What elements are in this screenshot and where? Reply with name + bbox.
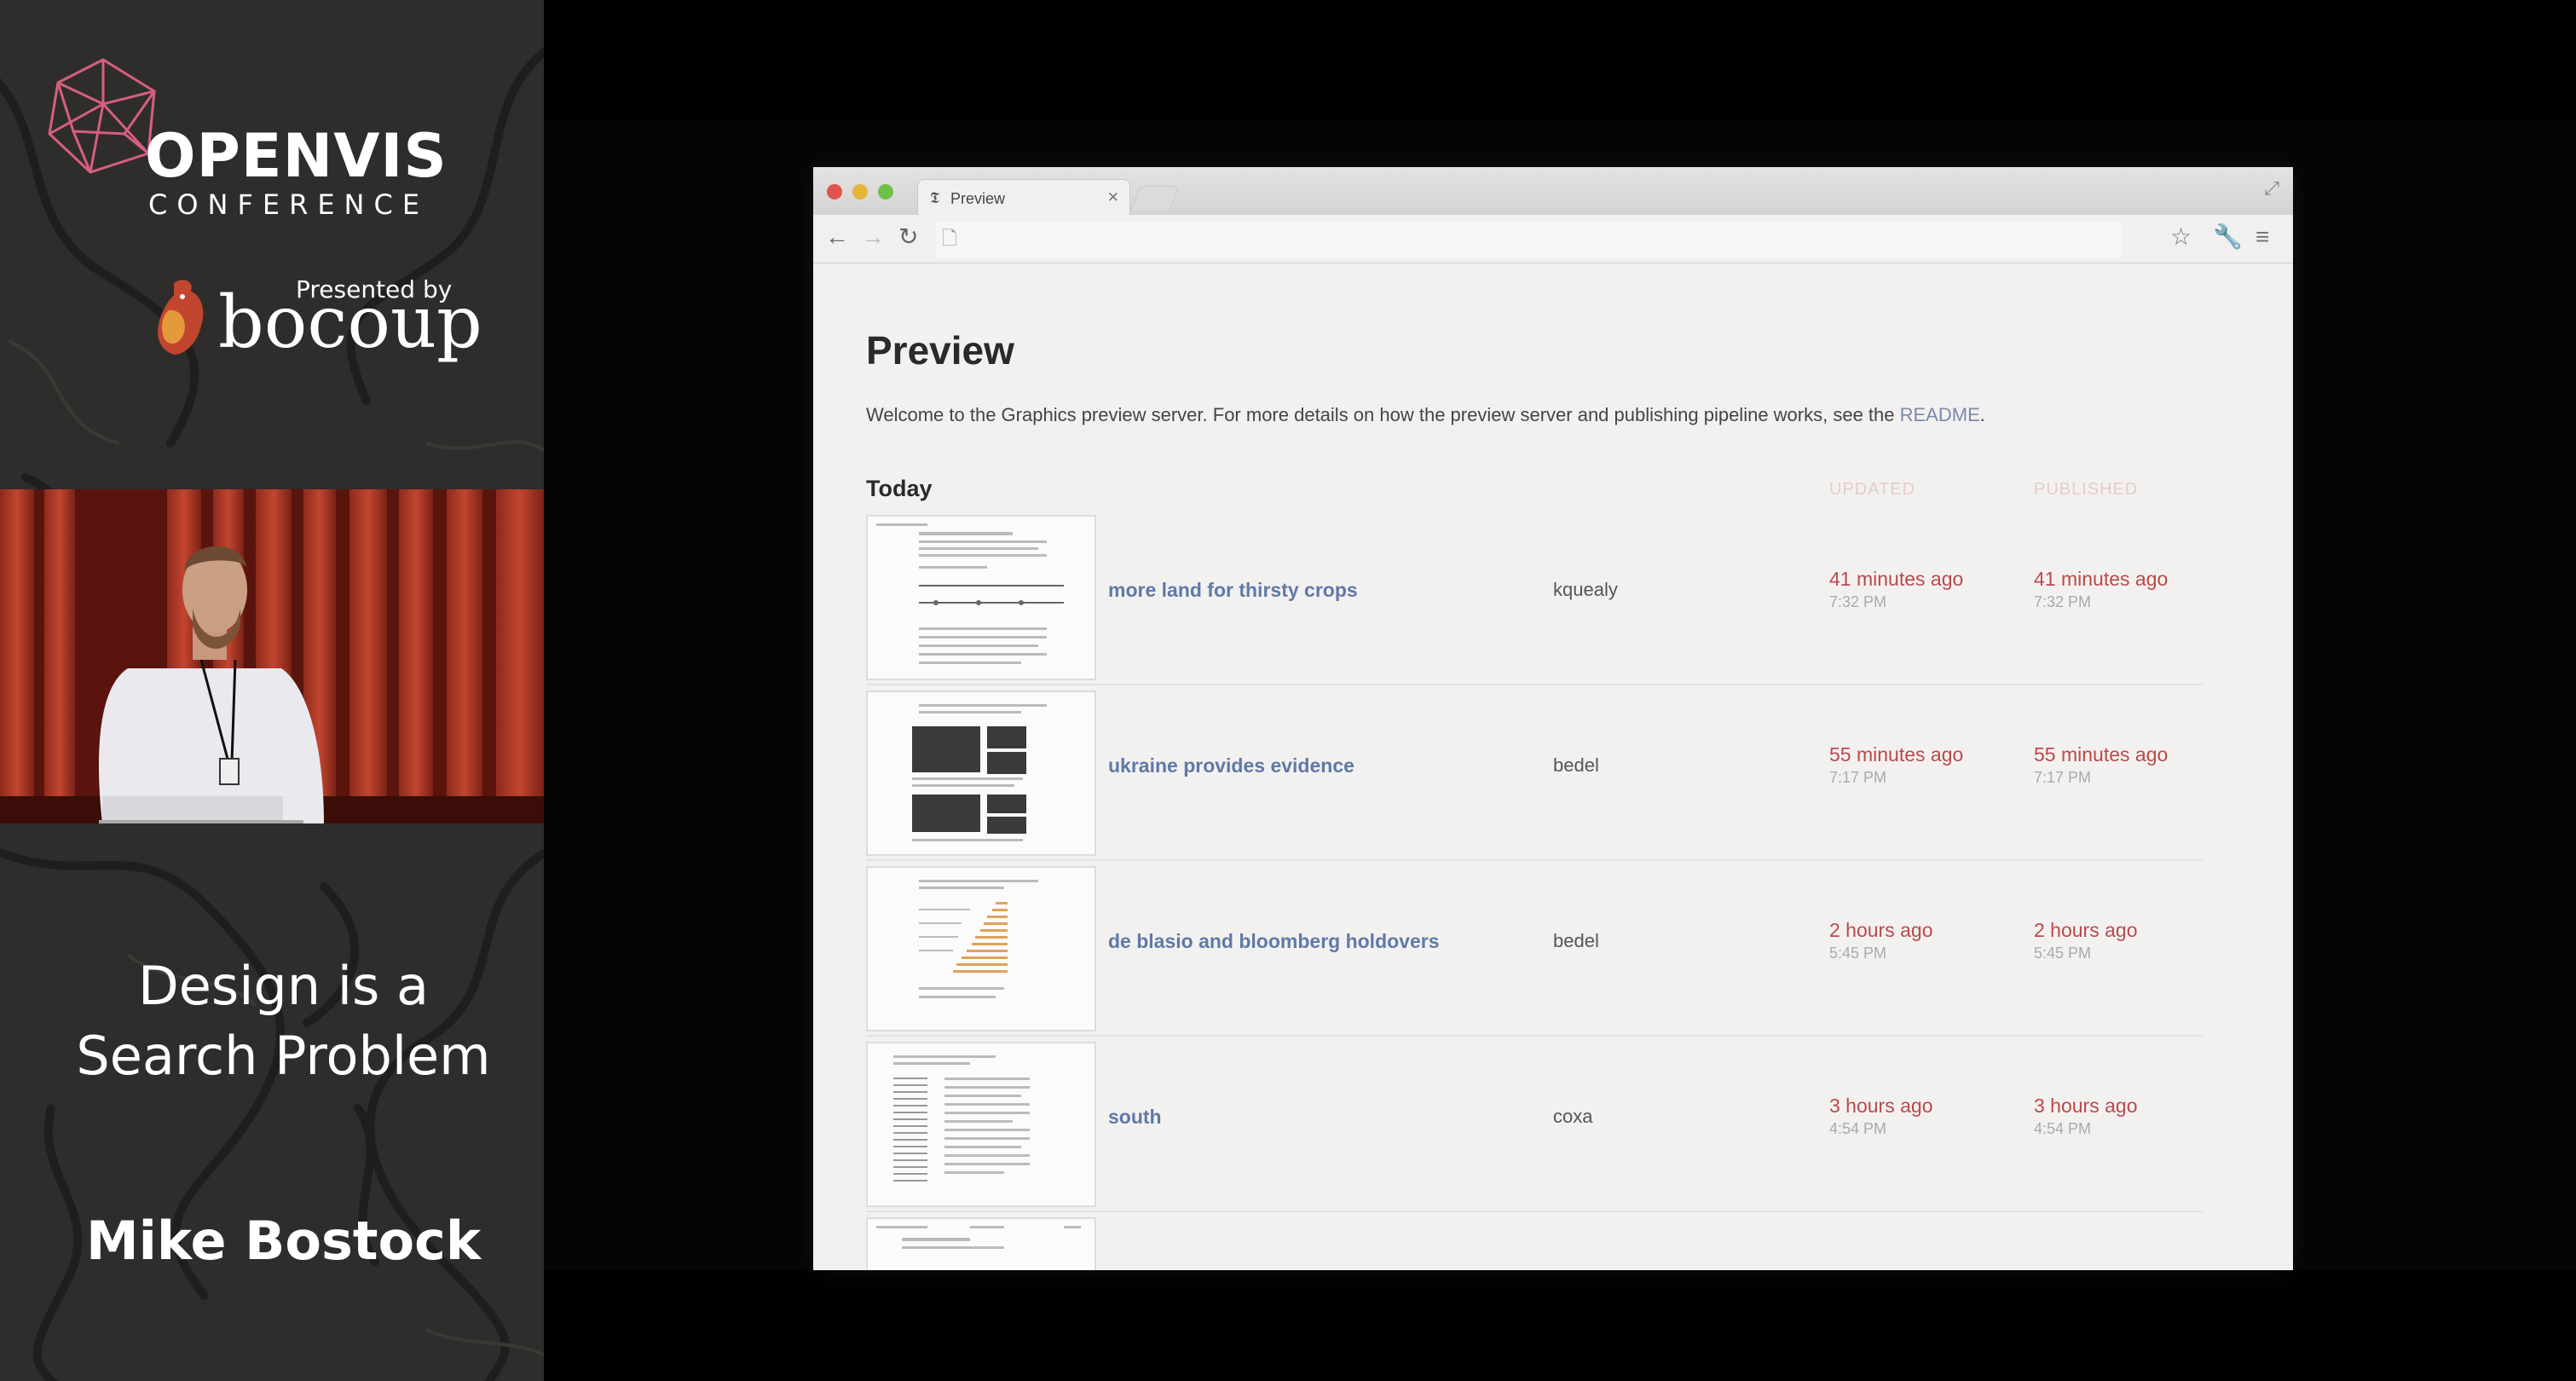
sponsor-name: bocoup — [218, 280, 482, 364]
preview-link[interactable]: ukraine provides evidence — [1108, 756, 1354, 776]
forward-icon[interactable]: → — [861, 225, 885, 249]
updated-time: 3 hours ago 4:54 PM — [1829, 1095, 1933, 1137]
browser-toolbar: ← → ↻ 🗋 ☆ 🔧 ≡ — [813, 215, 2293, 263]
speaker-video-frame — [0, 489, 544, 823]
thumbnail-preview — [919, 880, 1038, 998]
updated-relative: 3 hours ago — [1829, 1095, 1933, 1117]
author: bedel — [1553, 930, 1599, 951]
preview-link[interactable]: de blasio and bloomberg holdovers — [1108, 932, 1440, 951]
published-relative: 2 hours ago — [2034, 919, 2138, 941]
published-time: 41 minutes ago 7:32 PM — [2034, 569, 2168, 610]
tab-preview[interactable]: 𝕿 Preview ✕ — [917, 179, 1130, 216]
thumbnail-preview — [876, 1226, 1081, 1249]
menu-icon[interactable]: ≡ — [2255, 225, 2269, 249]
fullscreen-icon[interactable]: ⤢ — [2264, 179, 2279, 198]
thumbnail-preview — [893, 1055, 1030, 1182]
thumbnail-preview — [912, 704, 1047, 841]
talk-title-line2: Search Problem — [76, 1025, 491, 1087]
published-relative: 55 minutes ago — [2034, 743, 2169, 766]
preview-link[interactable]: south — [1108, 1107, 1162, 1127]
close-icon[interactable]: ✕ — [1107, 190, 1119, 205]
updated-time: 2 hours ago 5:45 PM — [1829, 919, 1933, 962]
author: coxa — [1553, 1106, 1593, 1127]
author: bedel — [1553, 754, 1599, 776]
zoom-window-button[interactable] — [878, 184, 893, 199]
column-header-published: PUBLISHED — [2034, 480, 2139, 499]
intro-body: Welcome to the Graphics preview server. … — [866, 404, 1900, 425]
speaker-name: Mike Bostock — [85, 1210, 482, 1272]
published-absolute: 5:45 PM — [2034, 945, 2092, 962]
list-item — [866, 1212, 2203, 1270]
published-absolute: 4:54 PM — [2034, 1120, 2092, 1137]
published-time: 2 hours ago 5:45 PM — [2034, 919, 2138, 962]
reload-icon[interactable]: ↻ — [898, 225, 918, 249]
published-time: 3 hours ago 4:54 PM — [2034, 1095, 2138, 1137]
address-bar[interactable]: 🗋 — [936, 222, 2123, 257]
intro-end: . — [1979, 404, 1985, 425]
column-header-updated: UPDATED — [1829, 480, 1916, 499]
preview-link[interactable]: more land for thirsty crops — [1108, 581, 1358, 600]
published-absolute: 7:32 PM — [2034, 593, 2092, 610]
thumbnail-preview — [876, 523, 1064, 664]
thumbnail[interactable] — [866, 1042, 1096, 1207]
page-title: Preview — [866, 328, 1014, 373]
published-relative: 41 minutes ago — [2034, 568, 2169, 590]
thumbnail[interactable] — [866, 690, 1096, 856]
thumbnail[interactable] — [866, 866, 1096, 1031]
list-item: south coxa 3 hours ago 4:54 PM 3 hours a… — [866, 1037, 2203, 1212]
updated-relative: 41 minutes ago — [1829, 568, 1964, 590]
published-time: 55 minutes ago 7:17 PM — [2034, 743, 2169, 786]
thumbnail[interactable] — [866, 515, 1096, 680]
conference-name: OPENVIS — [145, 121, 448, 191]
back-icon[interactable]: ← — [825, 225, 849, 249]
nyt-favicon-icon: 𝕿 — [930, 189, 940, 206]
updated-relative: 2 hours ago — [1829, 919, 1933, 941]
talk-title-line1: Design is a — [138, 955, 429, 1017]
star-icon[interactable]: ☆ — [2170, 225, 2192, 249]
list-item: ukraine provides evidence bedel 55 minut… — [866, 685, 2203, 861]
readme-link[interactable]: README — [1900, 404, 1980, 425]
conference-subtitle: CONFERENCE — [148, 188, 430, 221]
close-window-button[interactable] — [827, 184, 842, 199]
new-tab-button[interactable] — [1130, 186, 1180, 211]
list-item: more land for thirsty crops kquealy 41 m… — [866, 510, 2203, 685]
speaker-video — [0, 489, 544, 823]
minimize-window-button[interactable] — [852, 184, 868, 199]
wrench-icon[interactable]: 🔧 — [2213, 225, 2243, 249]
bocoup-rooster-icon — [158, 280, 204, 355]
published-absolute: 7:17 PM — [2034, 769, 2092, 786]
list-item: de blasio and bloomberg holdovers bedel … — [866, 861, 2203, 1037]
thumbnail[interactable] — [866, 1217, 1096, 1270]
page-icon: 🗋 — [942, 228, 957, 249]
intro-text: Welcome to the Graphics preview server. … — [866, 406, 1985, 425]
author: kquealy — [1553, 579, 1618, 600]
updated-absolute: 7:32 PM — [1829, 593, 1887, 610]
updated-absolute: 5:45 PM — [1829, 945, 1887, 962]
tab-label: Preview — [950, 190, 1006, 207]
updated-time: 55 minutes ago 7:17 PM — [1829, 743, 1964, 786]
talk-title: Design is a Search Problem — [0, 951, 544, 1091]
published-relative: 3 hours ago — [2034, 1095, 2138, 1117]
updated-absolute: 7:17 PM — [1829, 769, 1887, 786]
section-title-today: Today — [866, 476, 933, 501]
browser-title-bar: 𝕿 Preview ✕ ⤢ — [813, 167, 2293, 216]
conference-sidebar: OPENVIS CONFERENCE Presented by bocoup D… — [0, 0, 544, 1381]
updated-time: 41 minutes ago 7:32 PM — [1829, 569, 1963, 610]
updated-relative: 55 minutes ago — [1829, 743, 1964, 766]
browser-window: 𝕿 Preview ✕ ⤢ ← → ↻ 🗋 ☆ 🔧 ≡ Preview Welc… — [813, 167, 2293, 1270]
updated-absolute: 4:54 PM — [1829, 1120, 1887, 1137]
